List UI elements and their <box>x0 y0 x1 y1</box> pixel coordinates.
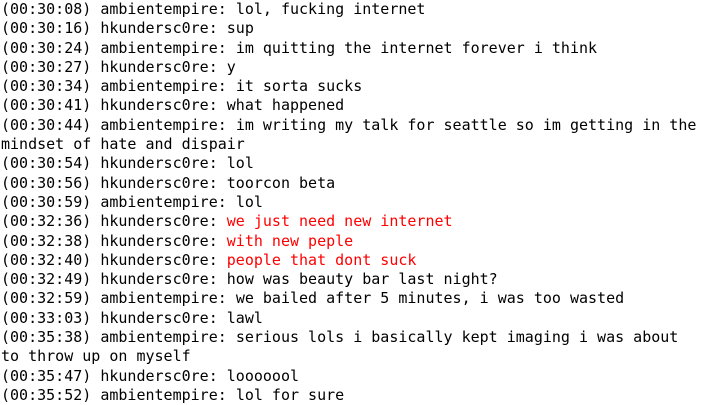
message-text: im quitting the internet forever i think <box>235 38 598 57</box>
message-timestamp: (00:30:34) <box>1 77 92 96</box>
chat-message: (00:32:36) hkundersc0re: we just need ne… <box>1 212 702 231</box>
chat-message: (00:30:41) hkundersc0re: what happened <box>1 96 702 115</box>
message-timestamp: (00:30:24) <box>1 38 92 57</box>
message-timestamp: (00:30:56) <box>1 173 92 192</box>
chat-message: (00:30:24) ambientempire: im quitting th… <box>1 39 702 58</box>
message-timestamp: (00:35:47) <box>1 366 92 385</box>
message-username: ambientempire: <box>100 38 227 57</box>
message-username: hkundersc0re: <box>100 231 218 250</box>
message-timestamp: (00:32:38) <box>1 231 92 250</box>
message-text: lol, fucking internet <box>235 0 426 18</box>
message-text: lol for sure <box>235 385 345 404</box>
message-username: hkundersc0re: <box>100 154 218 173</box>
message-text: with new peple <box>226 231 354 250</box>
message-username: hkundersc0re: <box>100 173 218 192</box>
message-username: hkundersc0re: <box>100 57 218 76</box>
message-text: what happened <box>226 96 345 115</box>
message-text: people that dont suck <box>226 250 417 269</box>
message-username: hkundersc0re: <box>100 366 218 385</box>
message-username: hkundersc0re: <box>100 19 218 38</box>
message-text: how was beauty bar last night? <box>226 270 498 289</box>
message-timestamp: (00:35:52) <box>1 385 92 404</box>
message-text: looooool <box>226 366 300 385</box>
message-timestamp: (00:30:08) <box>1 0 92 18</box>
message-text: sup <box>226 19 254 38</box>
message-username: ambientempire: <box>100 0 227 18</box>
message-timestamp: (00:32:40) <box>1 250 92 269</box>
chat-message: (00:30:08) ambientempire: lol, fucking i… <box>1 0 702 19</box>
message-text: toorcon beta <box>226 173 336 192</box>
message-timestamp: (00:33:03) <box>1 308 92 327</box>
chat-message: (00:30:56) hkundersc0re: toorcon beta <box>1 174 702 193</box>
message-timestamp: (00:32:36) <box>1 212 92 231</box>
message-timestamp: (00:32:59) <box>1 289 92 308</box>
message-text: y <box>226 57 236 76</box>
message-text: it sorta sucks <box>235 77 363 96</box>
chat-message: (00:32:59) ambientempire: we bailed afte… <box>1 289 702 308</box>
message-username: ambientempire: <box>100 328 227 347</box>
chat-message: (00:30:27) hkundersc0re: y <box>1 58 702 77</box>
message-username: hkundersc0re: <box>100 96 218 115</box>
chat-message: (00:35:47) hkundersc0re: looooool <box>1 367 702 386</box>
chat-message: (00:30:34) ambientempire: it sorta sucks <box>1 77 702 96</box>
message-timestamp: (00:32:49) <box>1 270 92 289</box>
message-username: ambientempire: <box>100 77 227 96</box>
message-text: lol <box>235 192 263 211</box>
chat-message: (00:30:44) ambientempire: im writing my … <box>1 116 702 155</box>
chat-message: (00:32:38) hkundersc0re: with new peple <box>1 232 702 251</box>
chat-message: (00:35:38) ambientempire: serious lols i… <box>1 328 702 367</box>
message-timestamp: (00:30:44) <box>1 115 92 134</box>
message-timestamp: (00:30:16) <box>1 19 92 38</box>
chat-message: (00:32:40) hkundersc0re: people that don… <box>1 251 702 270</box>
message-username: hkundersc0re: <box>100 212 218 231</box>
message-timestamp: (00:30:54) <box>1 154 92 173</box>
chat-log: (00:30:08) ambientempire: lol, fucking i… <box>0 0 702 404</box>
message-text: lol <box>226 154 254 173</box>
message-username: hkundersc0re: <box>100 270 218 289</box>
message-text: lawl <box>226 308 263 327</box>
message-username: ambientempire: <box>100 289 227 308</box>
message-timestamp: (00:30:27) <box>1 57 92 76</box>
chat-message: (00:30:54) hkundersc0re: lol <box>1 154 702 173</box>
message-timestamp: (00:30:41) <box>1 96 92 115</box>
message-timestamp: (00:35:38) <box>1 328 92 347</box>
message-text: we just need new internet <box>226 212 453 231</box>
message-username: hkundersc0re: <box>100 250 218 269</box>
chat-message: (00:30:16) hkundersc0re: sup <box>1 19 702 38</box>
message-username: ambientempire: <box>100 115 227 134</box>
chat-message: (00:32:49) hkundersc0re: how was beauty … <box>1 270 702 289</box>
chat-message: (00:35:52) ambientempire: lol for sure <box>1 386 702 405</box>
chat-message: (00:33:03) hkundersc0re: lawl <box>1 309 702 328</box>
message-username: ambientempire: <box>100 192 227 211</box>
message-timestamp: (00:30:59) <box>1 192 92 211</box>
chat-message: (00:30:59) ambientempire: lol <box>1 193 702 212</box>
message-username: hkundersc0re: <box>100 308 218 327</box>
message-username: ambientempire: <box>100 385 227 404</box>
message-text: we bailed after 5 minutes, i was too was… <box>235 289 625 308</box>
